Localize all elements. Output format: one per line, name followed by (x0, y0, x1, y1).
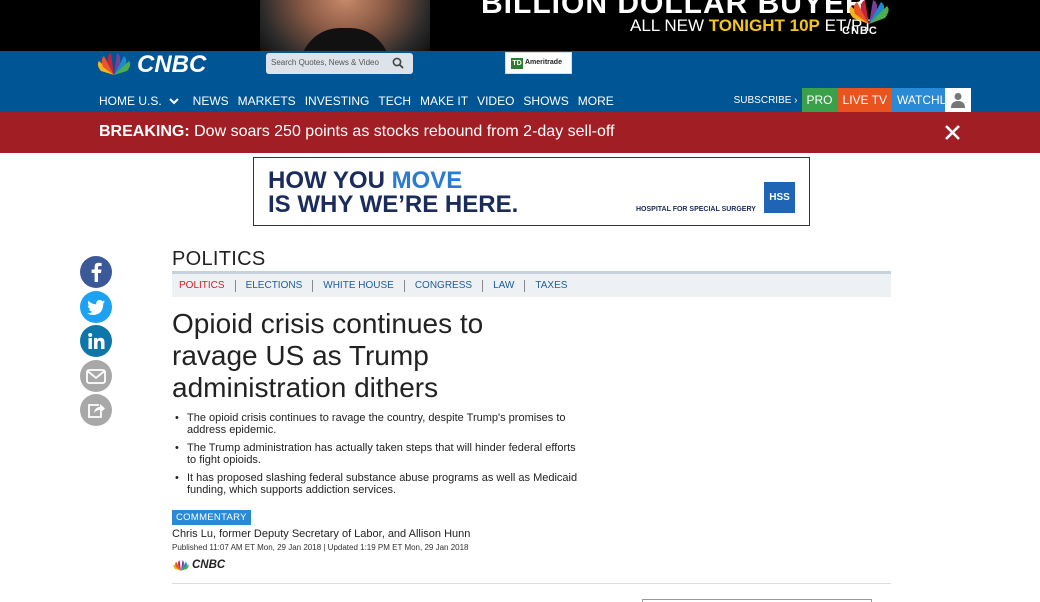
twitter-icon (87, 299, 105, 315)
email-icon (86, 368, 106, 384)
peacock-logo-icon (97, 53, 131, 75)
section-title[interactable]: POLITICS (172, 248, 266, 271)
promo-network: CNBC (842, 25, 878, 37)
breaking-label: BREAKING: (99, 123, 190, 140)
source-logo: CNBC (172, 559, 242, 572)
article-divider (172, 583, 891, 584)
site-header: CNBC Search Quotes, News & Video TD Amer… (0, 51, 1040, 112)
promo-sub-highlight: TONIGHT 10P (708, 16, 820, 35)
peacock-small-icon (173, 560, 189, 571)
share-icon (88, 404, 105, 418)
commentary-tag[interactable]: COMMENTARY (172, 510, 251, 525)
publish-date: Published 11:07 AM ET Mon, 29 Jan 2018 |… (172, 543, 469, 552)
search-placeholder: Search Quotes, News & Video (271, 58, 379, 67)
td-ad-label: Ameritrade (525, 59, 562, 66)
hss-ad-brand: HOSPITAL FOR SPECIAL SURGERY (636, 206, 756, 213)
nav-item-home-us[interactable]: HOME U.S. (99, 94, 184, 108)
nav-item-more[interactable]: MORE (578, 94, 614, 108)
subnav-taxes[interactable]: TAXES (525, 280, 577, 292)
user-icon (951, 93, 965, 108)
subscribe-link[interactable]: SUBSCRIBE › (734, 95, 798, 106)
chevron-down-icon[interactable] (168, 95, 180, 107)
td-ameritrade-ad[interactable]: TD Ameritrade (505, 52, 572, 74)
search-input[interactable]: Search Quotes, News & Video (266, 53, 413, 74)
source-wordmark: CNBC (192, 559, 226, 571)
subnav-congress[interactable]: CONGRESS (405, 279, 484, 292)
pro-button[interactable]: PRO (801, 88, 838, 112)
nav-item-make-it[interactable]: MAKE IT (420, 94, 468, 108)
key-point: The Trump administration has actually ta… (175, 442, 587, 466)
nav-item-news[interactable]: NEWS (193, 94, 229, 108)
nav-item-shows[interactable]: SHOWS (523, 94, 568, 108)
breaking-news-text[interactable]: BREAKING: Dow soars 250 points as stocks… (99, 123, 614, 141)
peacock-icon (849, 0, 889, 24)
linkedin-share-button[interactable] (80, 325, 112, 357)
promo-sub-prefix: ALL NEW (630, 16, 709, 35)
search-icon[interactable] (392, 57, 404, 69)
hss-ad-line1a: HOW YOU (268, 167, 392, 194)
promo-banner[interactable]: BILLION DOLLAR BUYER ALL NEW TONIGHT 10P… (0, 0, 1040, 51)
key-points-list: The opioid crisis continues to ravage th… (175, 412, 587, 502)
promo-subline: ALL NEW TONIGHT 10P ET/PT (630, 16, 873, 36)
article-headline: Opioid crisis continues to ravage US as … (172, 308, 484, 403)
user-avatar[interactable] (945, 88, 971, 112)
subnav-elections[interactable]: ELECTIONS (236, 279, 314, 292)
nav-item-investing[interactable]: INVESTING (305, 94, 370, 108)
subnav-white-house[interactable]: WHITE HOUSE (313, 279, 405, 292)
nav-item-video[interactable]: VIDEO (477, 94, 514, 108)
breaking-headline: Dow soars 250 points as stocks rebound f… (194, 123, 615, 140)
logo-wordmark: CNBC (137, 51, 207, 78)
hss-ad-line2: IS WHY WE’RE HERE. (268, 191, 519, 218)
linkedin-icon (87, 333, 104, 349)
section-subnav: POLITICS ELECTIONS WHITE HOUSE CONGRESS … (172, 271, 891, 297)
article-author: Chris Lu, former Deputy Secretary of Lab… (172, 528, 471, 540)
nav-item-tech[interactable]: TECH (378, 94, 411, 108)
hss-logo: HSS (764, 182, 795, 213)
live-tv-button[interactable]: LIVE TV (837, 88, 892, 112)
key-point: It has proposed slashing federal substan… (175, 472, 587, 496)
email-share-button[interactable] (80, 360, 112, 392)
hss-ad-banner[interactable]: HOW YOU MOVE IS WHY WE’RE HERE. HOSPITAL… (253, 157, 810, 226)
subnav-law[interactable]: LAW (483, 279, 526, 292)
subnav-politics[interactable]: POLITICS (172, 279, 236, 292)
facebook-icon (91, 262, 102, 282)
more-share-button[interactable] (80, 394, 112, 426)
main-nav: HOME U.S. NEWS MARKETS INVESTING TECH MA… (99, 93, 623, 109)
twitter-share-button[interactable] (80, 291, 112, 323)
nav-label: HOME U.S. (99, 94, 162, 108)
td-logo-box: TD (511, 58, 523, 69)
close-icon[interactable] (944, 124, 961, 141)
account-nav: SUBSCRIBE › PRO LIVE TV WATCHLIST (734, 88, 970, 112)
nav-item-markets[interactable]: MARKETS (238, 94, 296, 108)
key-point: The opioid crisis continues to ravage th… (175, 412, 587, 436)
breaking-news-bar[interactable]: BREAKING: Dow soars 250 points as stocks… (0, 112, 1040, 153)
cnbc-logo[interactable]: CNBC (95, 51, 245, 78)
hss-ad-line1b: MOVE (391, 167, 463, 194)
facebook-share-button[interactable] (80, 256, 112, 288)
